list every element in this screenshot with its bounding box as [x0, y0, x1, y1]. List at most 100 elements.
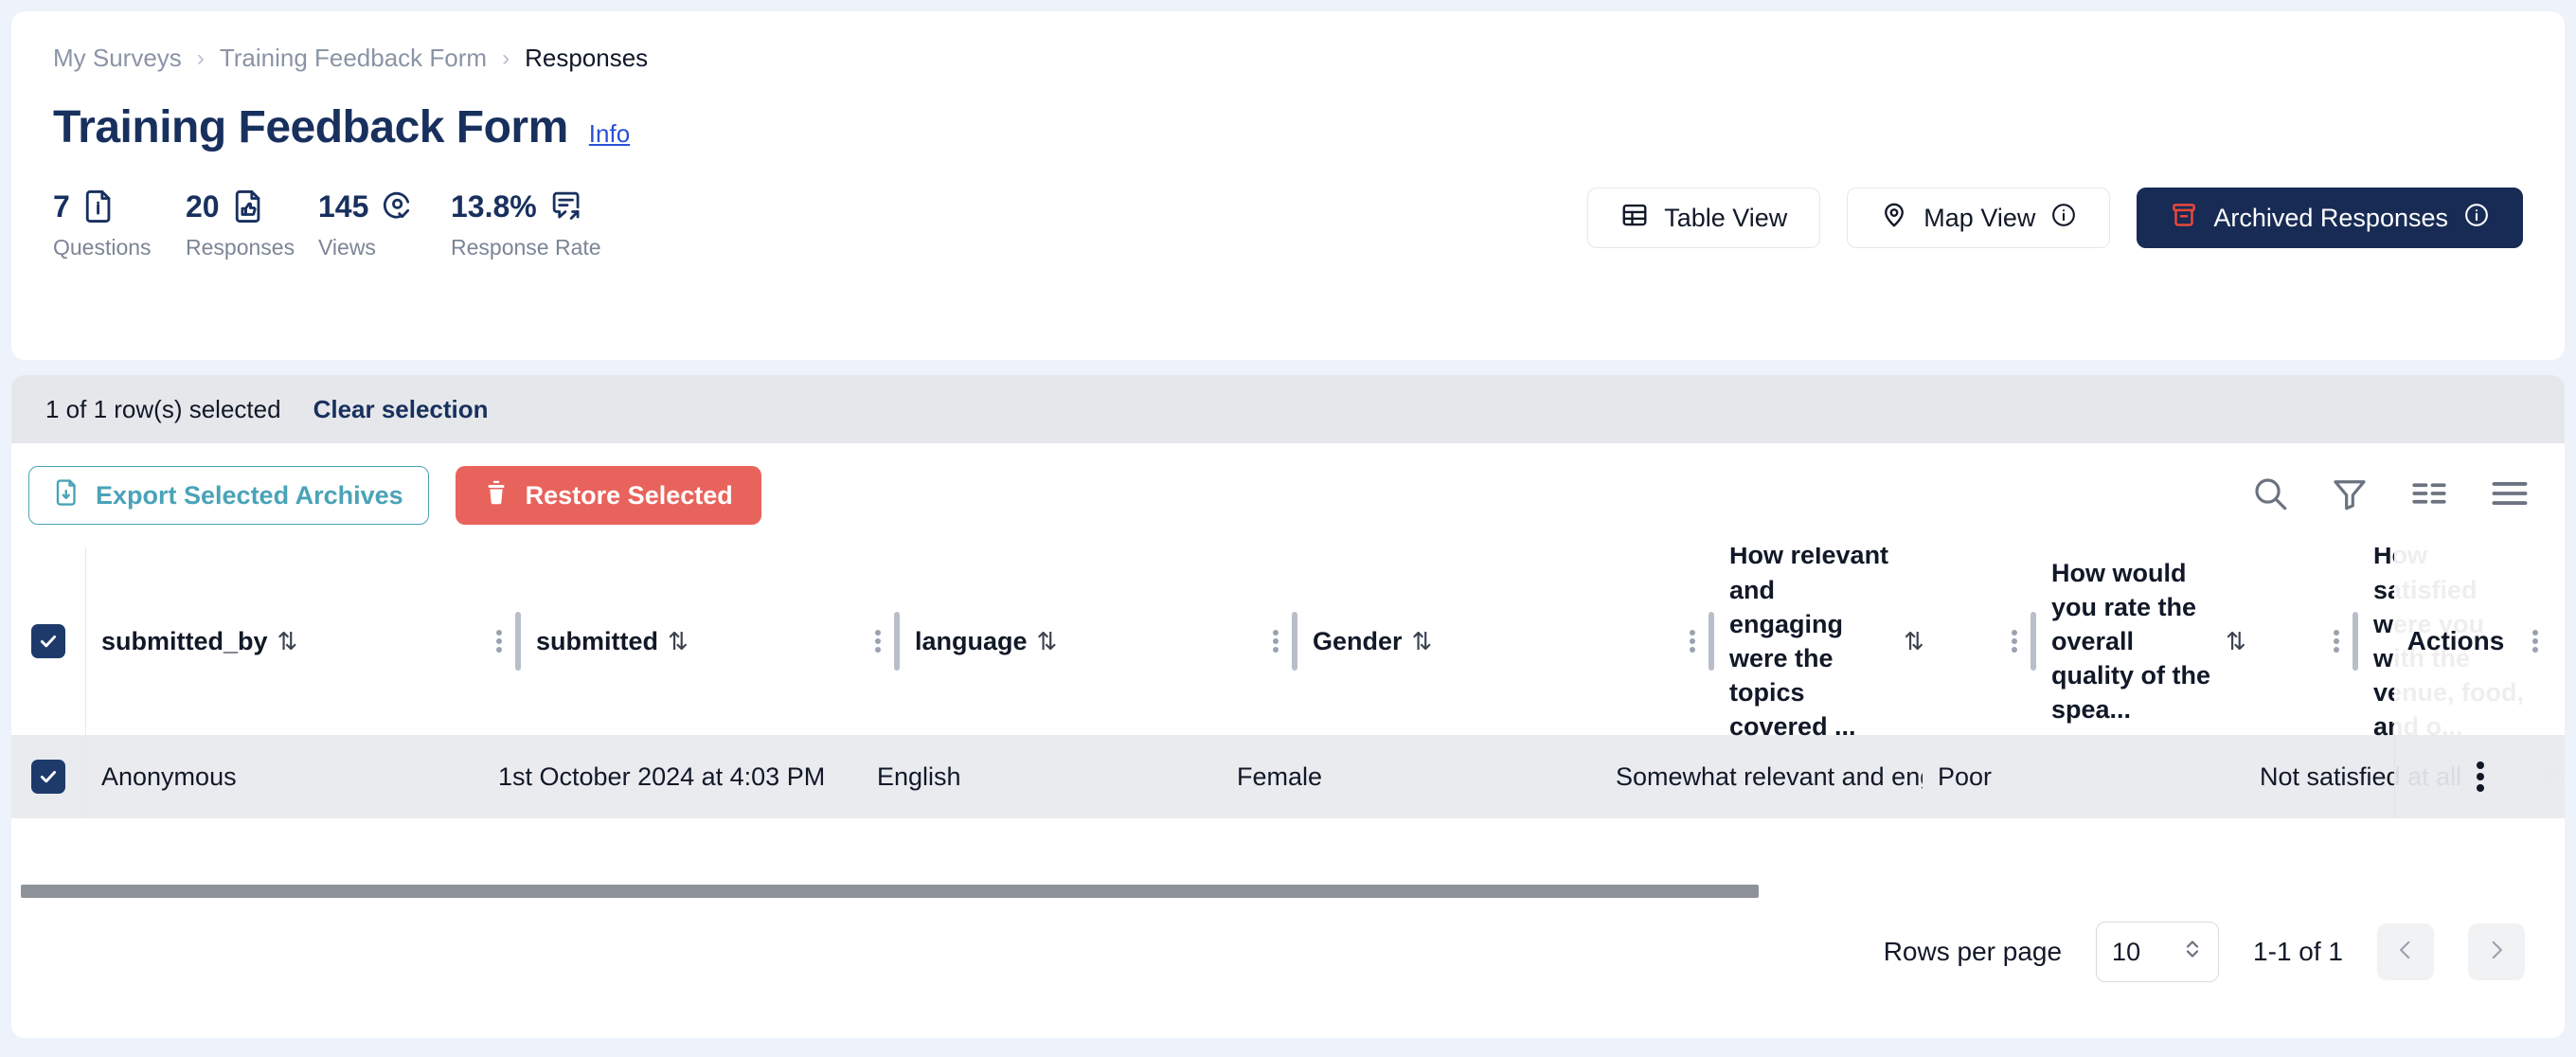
- table-row[interactable]: Anonymous 1st October 2024 at 4:03 PM En…: [11, 735, 2565, 818]
- clear-selection-button[interactable]: Clear selection: [313, 395, 489, 424]
- select-all-cell: [11, 547, 85, 735]
- row-select-checkbox[interactable]: [31, 760, 65, 794]
- breadcrumb-item-training-feedback-form[interactable]: Training Feedback Form: [220, 44, 487, 73]
- cell-gender: Female: [1237, 761, 1323, 791]
- row-actions-cell: [2394, 735, 2565, 818]
- column-header-submitted-by[interactable]: submitted_by ⇅: [85, 547, 483, 735]
- cell-submitted-by: Anonymous: [85, 735, 483, 818]
- density-icon[interactable]: [2409, 474, 2449, 518]
- archived-responses-label: Archived Responses: [2213, 203, 2448, 232]
- info-circle-icon[interactable]: [2050, 202, 2077, 235]
- row-actions-menu-icon[interactable]: [2464, 758, 2496, 796]
- map-pin-icon: [1880, 201, 1908, 236]
- table-view-label: Table View: [1664, 203, 1788, 232]
- responses-table-card: 1 of 1 row(s) selected Clear selection E…: [11, 375, 2565, 1038]
- column-header-submitted[interactable]: submitted ⇅: [521, 547, 862, 735]
- column-header-relevance[interactable]: How relevant and engaging were the topic…: [1714, 547, 1998, 741]
- header-action-buttons: Table View Map View Archived Responses: [1587, 188, 2523, 248]
- stat-response-rate-value: 13.8%: [451, 188, 537, 224]
- toolbar-right-group: [2250, 473, 2531, 519]
- select-all-checkbox[interactable]: [31, 624, 65, 658]
- breadcrumb-item-responses: Responses: [525, 44, 649, 72]
- sort-icon[interactable]: ⇅: [2226, 627, 2246, 656]
- column-menu-icon[interactable]: [483, 547, 515, 735]
- chevron-up-down-icon: [2182, 935, 2203, 970]
- export-selected-archives-label: Export Selected Archives: [96, 480, 403, 510]
- sort-icon[interactable]: ⇅: [1904, 627, 1924, 656]
- stat-response-rate: 13.8% Response Rate: [451, 188, 669, 260]
- export-selected-archives-button[interactable]: Export Selected Archives: [28, 466, 429, 525]
- stats-and-actions-row: 7 Questions 20 Responses 145 Views 13.8%…: [53, 188, 2523, 260]
- stat-responses-value: 20: [186, 188, 220, 224]
- previous-page-button[interactable]: [2377, 923, 2434, 980]
- file-download-icon: [54, 478, 80, 513]
- survey-header-card: My Surveys › Training Feedback Form › Re…: [11, 11, 2565, 360]
- restore-selected-button[interactable]: Restore Selected: [455, 466, 761, 525]
- selection-count-text: 1 of 1 row(s) selected: [45, 394, 281, 423]
- map-view-button[interactable]: Map View: [1847, 188, 2111, 248]
- stat-questions-label: Questions: [53, 235, 152, 260]
- chevron-right-icon: [2484, 938, 2509, 967]
- column-header-label: language: [915, 626, 1028, 655]
- archived-responses-button[interactable]: Archived Responses: [2137, 188, 2523, 248]
- next-page-button[interactable]: [2468, 923, 2525, 980]
- sort-icon[interactable]: ⇅: [668, 627, 689, 656]
- chevron-left-icon: [2393, 938, 2418, 967]
- stat-questions-value: 7: [53, 188, 70, 224]
- table-footer: Rows per page 10 1-1 of 1: [11, 902, 2565, 1002]
- column-menu-icon[interactable]: [1260, 547, 1292, 735]
- column-menu-icon[interactable]: [1998, 547, 2030, 735]
- table-icon: [1620, 201, 1649, 236]
- menu-icon[interactable]: [2489, 473, 2531, 519]
- stat-questions: 7 Questions: [53, 188, 186, 260]
- horizontal-scrollbar[interactable]: [11, 881, 2565, 902]
- column-menu-icon[interactable]: [1676, 547, 1708, 735]
- info-circle-icon[interactable]: [2463, 202, 2490, 235]
- archive-icon: [2170, 201, 2198, 236]
- selection-bar: 1 of 1 row(s) selected Clear selection: [11, 375, 2565, 443]
- scrollbar-thumb[interactable]: [21, 885, 1759, 898]
- column-header-speaker-quality[interactable]: How would you rate the overall quality o…: [2036, 547, 2320, 735]
- column-header-language[interactable]: language ⇅: [900, 547, 1260, 735]
- column-menu-icon[interactable]: [2320, 547, 2352, 735]
- table-grid-inner: submitted_by ⇅ submitted ⇅ language ⇅ Ge…: [11, 547, 2565, 818]
- column-menu-icon[interactable]: [2519, 627, 2551, 655]
- breadcrumb-separator-icon: ›: [196, 45, 205, 71]
- sort-icon[interactable]: ⇅: [277, 627, 298, 656]
- cell-language: English: [877, 761, 961, 791]
- actions-column: Actions: [2394, 547, 2565, 881]
- table-view-button[interactable]: Table View: [1587, 188, 1821, 248]
- eye-check-icon: [382, 189, 416, 224]
- stat-views: 145 Views: [318, 188, 451, 260]
- sort-icon[interactable]: ⇅: [1037, 627, 1058, 656]
- map-view-label: Map View: [1923, 203, 2036, 232]
- rows-per-page-value: 10: [2112, 937, 2141, 966]
- stat-responses: 20 Responses: [186, 188, 318, 260]
- column-header-label: submitted: [536, 626, 659, 655]
- table-toolbar: Export Selected Archives Restore Selecte…: [11, 443, 2565, 547]
- page-root: My Surveys › Training Feedback Form › Re…: [0, 0, 2576, 1057]
- stat-views-value: 145: [318, 188, 369, 224]
- toolbar-left-group: Export Selected Archives Restore Selecte…: [28, 466, 761, 525]
- cell-submitted: 1st October 2024 at 4:03 PM: [498, 761, 826, 791]
- sort-icon[interactable]: ⇅: [1412, 627, 1433, 656]
- column-header-label: How relevant and engaging were the topic…: [1729, 547, 1889, 742]
- cell-speaker-quality: Poor: [1938, 761, 1993, 791]
- pagination-range: 1-1 of 1: [2253, 937, 2343, 966]
- breadcrumb-item-my-surveys[interactable]: My Surveys: [53, 44, 182, 73]
- document-info-icon: [83, 188, 116, 224]
- info-link[interactable]: Info: [589, 119, 630, 149]
- restore-selected-label: Restore Selected: [525, 480, 733, 510]
- column-menu-icon[interactable]: [862, 547, 894, 735]
- filter-icon[interactable]: [2330, 474, 2370, 518]
- column-header-gender[interactable]: Gender ⇅: [1297, 547, 1676, 735]
- search-icon[interactable]: [2250, 474, 2290, 518]
- table-header-row: submitted_by ⇅ submitted ⇅ language ⇅ Ge…: [11, 547, 2565, 741]
- stat-response-rate-label: Response Rate: [451, 235, 601, 260]
- message-share-icon: [550, 189, 584, 224]
- rows-per-page-label: Rows per page: [1883, 937, 2063, 966]
- row-select-cell: [11, 735, 85, 818]
- title-row: Training Feedback Form Info: [53, 101, 2523, 153]
- rows-per-page-select[interactable]: 10: [2096, 922, 2220, 982]
- trash-icon: [484, 478, 509, 513]
